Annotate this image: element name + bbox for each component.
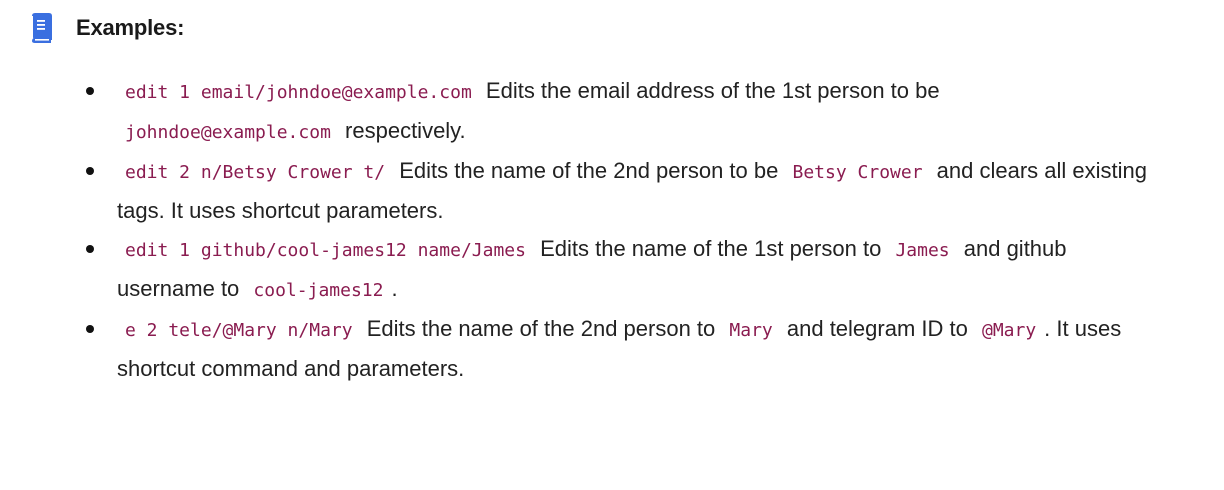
- command-code: edit 1 email/johndoe@example.com: [125, 82, 472, 103]
- value-code: @Mary: [981, 320, 1037, 341]
- value-code: Betsy Crower: [792, 162, 923, 183]
- value-code: James: [895, 240, 950, 261]
- value-code: johndoe@example.com: [125, 122, 331, 143]
- command-code: e 2 tele/@Mary n/Mary: [125, 320, 353, 341]
- command-code: edit 2 n/Betsy Crower t/: [125, 162, 386, 183]
- value-code: Mary: [729, 320, 773, 341]
- examples-header: Examples:: [30, 12, 184, 44]
- list-item: edit 1 github/cool-james12 name/James Ed…: [86, 230, 1157, 310]
- list-item: edit 1 email/johndoe@example.com Edits t…: [86, 72, 1157, 152]
- item-text: respectively.: [345, 118, 466, 143]
- examples-title: Examples:: [76, 15, 185, 40]
- item-text: Edits the name of the 1st person to: [540, 236, 882, 261]
- book-icon: [30, 13, 52, 43]
- item-text: Edits the email address of the 1st perso…: [485, 78, 940, 103]
- list-item: edit 2 n/Betsy Crower t/ Edits the name …: [86, 152, 1157, 230]
- bullet: [86, 87, 94, 95]
- item-text: Edits the name of the 2nd person to: [366, 316, 716, 341]
- item-text: Edits the name of the 2nd person to be: [399, 158, 779, 183]
- item-text: .: [391, 276, 398, 301]
- bullet: [86, 245, 94, 253]
- list-item: e 2 tele/@Mary n/Mary Edits the name of …: [86, 310, 1157, 388]
- item-text: and telegram ID to: [786, 316, 968, 341]
- command-code: edit 1 github/cool-james12 name/James: [125, 240, 526, 261]
- value-code: cool-james12: [253, 280, 384, 301]
- bullet: [86, 167, 94, 175]
- examples-list: edit 1 email/johndoe@example.com Edits t…: [0, 72, 1157, 388]
- bullet: [86, 325, 94, 333]
